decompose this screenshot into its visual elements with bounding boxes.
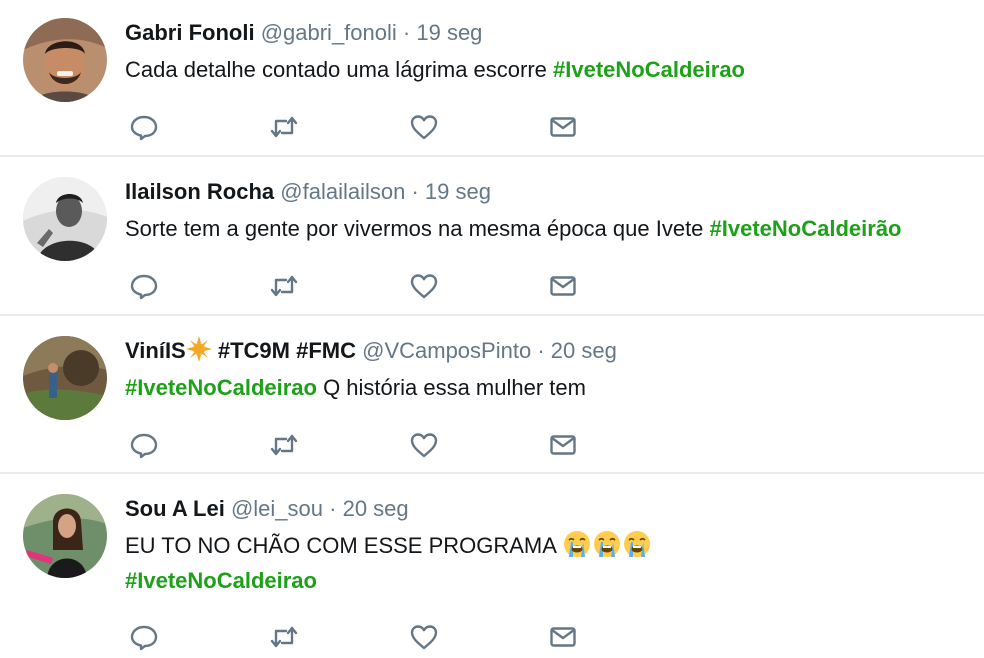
tweet-text: Sorte tem a gente por vivermos na mesma … <box>125 212 902 246</box>
user-handle[interactable]: @VCamposPinto <box>362 338 531 363</box>
user-handle[interactable]: @lei_sou <box>231 496 323 521</box>
avatar[interactable] <box>23 18 107 102</box>
avatar[interactable] <box>23 494 107 578</box>
loudly-crying-face-icon <box>593 531 620 557</box>
tweet-actions <box>125 269 585 303</box>
like-button[interactable] <box>407 620 441 654</box>
tweet-header: Ilailson Rocha @falailailson · 19 seg <box>125 177 491 207</box>
separator: · <box>402 20 411 45</box>
emoji-group <box>562 531 652 558</box>
hashtag-link[interactable]: #IveteNoCaldeirão <box>710 216 902 241</box>
tweet-text-line-2: #IveteNoCaldeirao <box>125 564 317 598</box>
retweet-icon <box>270 116 298 138</box>
display-name[interactable]: Sou A Lei <box>125 496 225 521</box>
hashtag-link[interactable]: #IveteNoCaldeirao <box>125 375 317 400</box>
tweet-actions <box>125 110 585 144</box>
separator: · <box>411 179 419 204</box>
tweet-actions <box>125 428 585 462</box>
sun-emoji-icon <box>185 336 212 362</box>
timestamp[interactable]: 20 seg <box>551 338 617 363</box>
direct-message-icon <box>550 276 576 296</box>
loudly-crying-face-icon <box>623 531 650 557</box>
direct-message-icon <box>550 117 576 137</box>
tweet: Ilailson Rocha @falailailson · 19 seg So… <box>0 157 984 314</box>
hashtag-link[interactable]: #IveteNoCaldeirao <box>125 568 317 593</box>
retweet-button[interactable] <box>267 428 301 462</box>
direct-message-icon <box>550 627 576 647</box>
tweet-actions <box>125 620 585 654</box>
retweet-icon <box>270 275 298 297</box>
retweet-button[interactable] <box>267 110 301 144</box>
like-button[interactable] <box>407 110 441 144</box>
tweet-body: Sorte tem a gente por vivermos na mesma … <box>125 216 710 241</box>
direct-message-button[interactable] <box>546 110 580 144</box>
avatar[interactable] <box>23 177 107 261</box>
direct-message-button[interactable] <box>546 428 580 462</box>
loudly-crying-face-icon <box>563 531 590 557</box>
timestamp[interactable]: 19 seg <box>425 179 491 204</box>
like-icon <box>410 625 438 650</box>
tweet-header: Sou A Lei @lei_sou · 20 seg <box>125 494 409 524</box>
display-name[interactable]: ViníIS <box>125 338 186 363</box>
retweet-button[interactable] <box>267 269 301 303</box>
display-name[interactable]: Gabri Fonoli <box>125 20 255 45</box>
tweet: Gabri Fonoli @gabri_fonoli · 19 seg Cada… <box>0 0 984 155</box>
reply-icon <box>130 115 158 141</box>
reply-button[interactable] <box>127 110 161 144</box>
reply-button[interactable] <box>127 428 161 462</box>
tweet-feed: Gabri Fonoli @gabri_fonoli · 19 seg Cada… <box>0 0 984 658</box>
reply-icon <box>130 625 158 651</box>
retweet-button[interactable] <box>267 620 301 654</box>
tweet-body: EU TO NO CHÃO COM ESSE PROGRAMA <box>125 533 562 558</box>
reply-icon <box>130 274 158 300</box>
tweet-text: EU TO NO CHÃO COM ESSE PROGRAMA <box>125 529 652 563</box>
like-icon <box>410 274 438 299</box>
reply-button[interactable] <box>127 269 161 303</box>
tweet: Sou A Lei @lei_sou · 20 seg EU TO NO CHÃ… <box>0 474 984 658</box>
user-handle[interactable]: @falailailson <box>280 179 405 204</box>
tweet-body: Q história essa mulher tem <box>316 375 586 400</box>
display-name-tags[interactable]: #TC9M #FMC <box>218 338 356 363</box>
direct-message-icon <box>550 435 576 455</box>
like-icon <box>410 115 438 140</box>
separator: · <box>329 496 337 521</box>
hashtag-link[interactable]: #IveteNoCaldeirao <box>553 57 745 82</box>
tweet-header: Gabri Fonoli @gabri_fonoli · 19 seg <box>125 18 482 48</box>
timestamp[interactable]: 19 seg <box>416 20 482 45</box>
like-button[interactable] <box>407 269 441 303</box>
like-button[interactable] <box>407 428 441 462</box>
tweet-text: #IveteNoCaldeirao Q história essa mulher… <box>125 371 586 405</box>
retweet-icon <box>270 626 298 648</box>
reply-icon <box>130 433 158 459</box>
direct-message-button[interactable] <box>546 269 580 303</box>
tweet-body: Cada detalhe contado uma lágrima escorre <box>125 57 554 82</box>
direct-message-button[interactable] <box>546 620 580 654</box>
tweet: ViníIS #TC9M #FMC @VCamposPinto · 20 seg… <box>0 316 984 472</box>
retweet-icon <box>270 434 298 456</box>
tweet-text: Cada detalhe contado uma lágrima escorre… <box>125 53 745 87</box>
like-icon <box>410 433 438 458</box>
avatar[interactable] <box>23 336 107 420</box>
timestamp[interactable]: 20 seg <box>343 496 409 521</box>
separator: · <box>537 338 545 363</box>
reply-button[interactable] <box>127 620 161 654</box>
user-handle[interactable]: @gabri_fonoli <box>261 20 397 45</box>
tweet-header: ViníIS #TC9M #FMC @VCamposPinto · 20 seg <box>125 336 617 366</box>
display-name[interactable]: Ilailson Rocha <box>125 179 274 204</box>
